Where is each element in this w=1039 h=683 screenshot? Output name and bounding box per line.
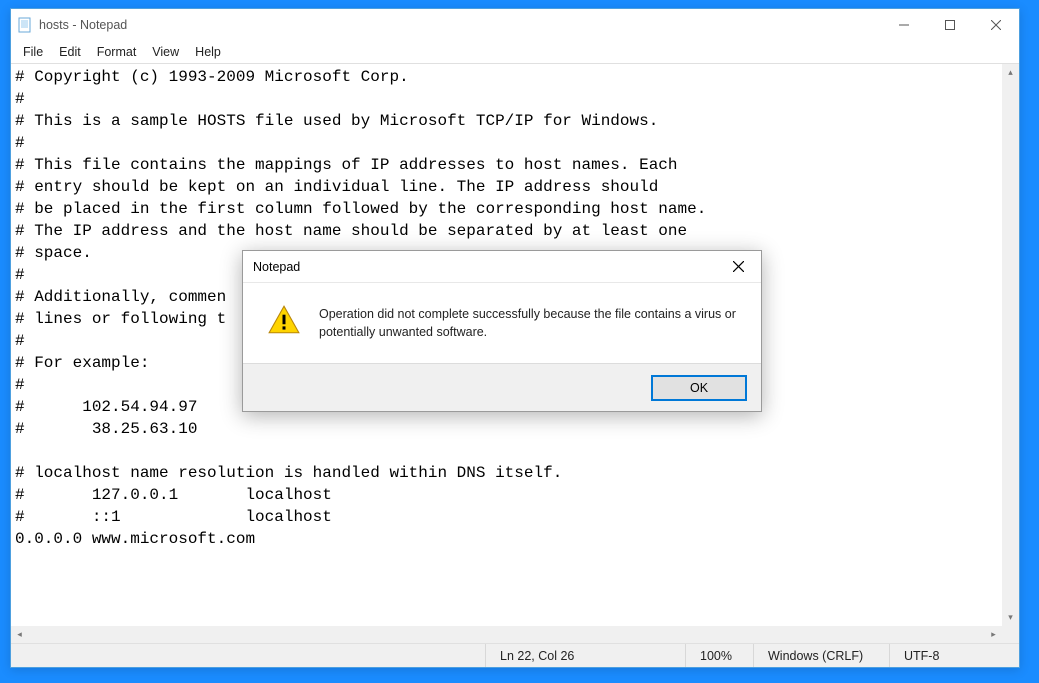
- titlebar[interactable]: hosts - Notepad: [11, 9, 1019, 41]
- dialog-close-button[interactable]: [715, 252, 761, 282]
- close-button[interactable]: [973, 9, 1019, 41]
- error-dialog: Notepad Operation did not complete succe…: [242, 250, 762, 412]
- ok-button[interactable]: OK: [651, 375, 747, 401]
- maximize-button[interactable]: [927, 9, 973, 41]
- dialog-body: Operation did not complete successfully …: [243, 283, 761, 363]
- dialog-footer: OK: [243, 363, 761, 411]
- menubar: File Edit Format View Help: [11, 41, 1019, 63]
- window-title: hosts - Notepad: [39, 18, 127, 32]
- menu-format[interactable]: Format: [89, 43, 145, 61]
- dialog-titlebar[interactable]: Notepad: [243, 251, 761, 283]
- scrollbar-corner: [1002, 626, 1019, 643]
- notepad-icon: [17, 17, 33, 33]
- status-spacer: [11, 644, 485, 667]
- statusbar: Ln 22, Col 26 100% Windows (CRLF) UTF-8: [11, 643, 1019, 667]
- warning-icon: [267, 303, 301, 340]
- menu-view[interactable]: View: [144, 43, 187, 61]
- dialog-message: Operation did not complete successfully …: [319, 305, 737, 341]
- scroll-right-icon[interactable]: ▸: [985, 626, 1002, 643]
- scroll-left-icon[interactable]: ◂: [11, 626, 28, 643]
- horizontal-scrollbar[interactable]: ◂ ▸: [11, 626, 1002, 643]
- status-zoom: 100%: [685, 644, 753, 667]
- minimize-button[interactable]: [881, 9, 927, 41]
- vertical-scrollbar[interactable]: ▴ ▾: [1002, 64, 1019, 626]
- scroll-up-icon[interactable]: ▴: [1002, 64, 1019, 81]
- status-encoding: UTF-8: [889, 644, 1019, 667]
- status-position: Ln 22, Col 26: [485, 644, 685, 667]
- status-line-ending: Windows (CRLF): [753, 644, 889, 667]
- menu-file[interactable]: File: [15, 43, 51, 61]
- scroll-down-icon[interactable]: ▾: [1002, 609, 1019, 626]
- menu-edit[interactable]: Edit: [51, 43, 89, 61]
- dialog-title: Notepad: [253, 260, 300, 274]
- menu-help[interactable]: Help: [187, 43, 229, 61]
